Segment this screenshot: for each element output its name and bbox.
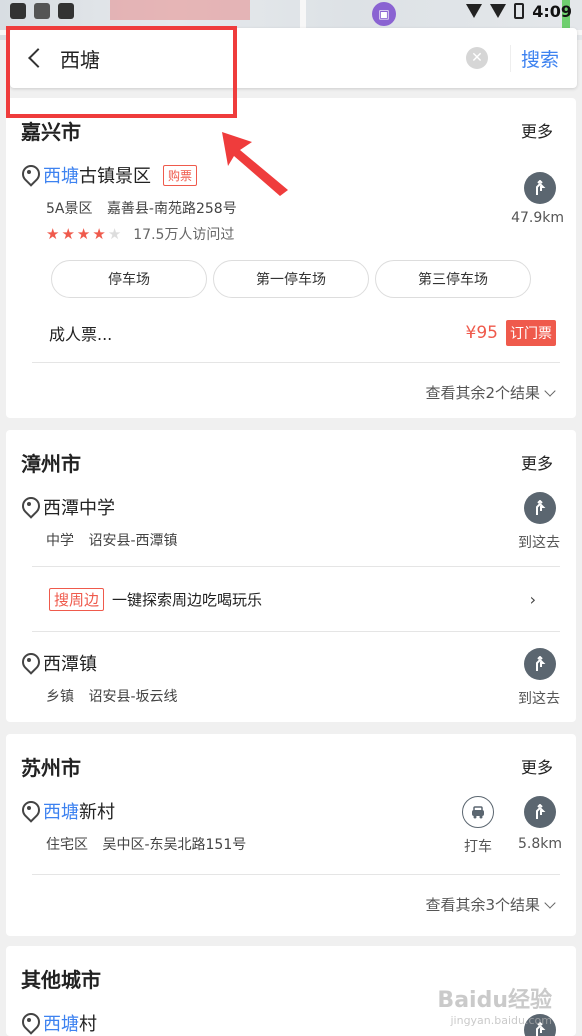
navigate-button[interactable] (524, 492, 556, 524)
city-title: 嘉兴市 (21, 119, 81, 144)
visit-count: 17.5万人访问过 (133, 227, 235, 243)
back-arrow-icon (28, 48, 48, 68)
chevron-down-icon (544, 385, 556, 397)
sub-poi-chips: 停车场 第一停车场 第三停车场 (6, 260, 576, 298)
poi-category: 中学 (46, 533, 74, 549)
see-more-results[interactable]: 查看其余2个结果 (6, 363, 576, 423)
go-here-label[interactable]: 到这去 (518, 688, 560, 708)
nearby-badge: 搜周边 (49, 587, 105, 611)
search-button[interactable]: 搜索 (509, 44, 577, 72)
star-icon: ★ (46, 225, 60, 243)
distance-label: 5.8km (517, 836, 562, 852)
back-button[interactable] (10, 28, 60, 88)
app-notification-icon (10, 3, 26, 19)
status-bar: 4:09 (0, 0, 582, 22)
chevron-down-icon (544, 897, 556, 909)
ticket-price: ¥95 (465, 323, 498, 343)
poi-category: 5A景区 (46, 201, 93, 217)
route-arrow-icon (536, 1022, 546, 1036)
location-pin-icon (21, 801, 37, 821)
notification-icon (58, 3, 74, 19)
location-pin-icon (21, 653, 37, 673)
poi-category: 乡镇 (46, 689, 74, 705)
ticket-badge: 购票 (163, 164, 198, 186)
navigate-button[interactable] (524, 648, 556, 680)
car-icon (472, 806, 484, 819)
chip-parking-3[interactable]: 第三停车场 (375, 260, 531, 298)
location-pin-icon (21, 1013, 37, 1033)
location-pin-icon (21, 165, 37, 185)
poi-address: 诏安县-西潭镇 (88, 533, 178, 549)
route-arrow-icon (536, 804, 546, 819)
clear-icon[interactable]: ✕ (465, 47, 488, 69)
result-card-suzhou: 苏州市 更多 西塘新村 住宅区 吴中区-东吴北路151号 打车 5.8km 查看… (6, 734, 576, 936)
result-card-other-cities: 其他城市 西塘村 (6, 946, 576, 1036)
poi-name: 西塘村 (43, 1014, 97, 1035)
navigate-button[interactable] (524, 796, 556, 828)
poi-item[interactable]: 西潭镇 乡镇 诏安县-坂云线 到这去 (6, 632, 576, 712)
see-more-results[interactable]: 查看其余3个结果 (6, 875, 576, 935)
star-empty-icon: ★ (107, 225, 122, 243)
wifi-icon (466, 4, 483, 18)
star-icon: ★ (76, 225, 91, 243)
status-time: 4:09 (532, 1, 572, 21)
book-ticket-button[interactable]: 订门票 (506, 320, 556, 346)
keyboard-icon (34, 3, 50, 19)
result-card-zhangzhou: 漳州市 更多 西潭中学 中学 诏安县-西潭镇 到这去 搜周边 一键探索周边吃喝玩… (6, 430, 576, 722)
taxi-button[interactable] (462, 796, 494, 828)
navigate-button[interactable] (524, 172, 556, 204)
rating: ★ ★ ★ ★ ★ 17.5万人访问过 (21, 224, 561, 244)
poi-address: 诏安县-坂云线 (88, 689, 178, 705)
ticket-row[interactable]: 成人票... ¥95 订门票 (6, 318, 576, 348)
chevron-right-icon: › (529, 589, 536, 609)
city-title: 漳州市 (21, 451, 81, 476)
location-pin-icon (21, 497, 37, 517)
poi-category: 住宅区 (46, 837, 88, 853)
route-arrow-icon (536, 656, 546, 671)
poi-item[interactable]: 西潭中学 中学 诏安县-西潭镇 到这去 (6, 492, 576, 566)
chip-parking-1[interactable]: 第一停车场 (213, 260, 369, 298)
more-button[interactable]: 更多 (521, 754, 561, 778)
chip-parking[interactable]: 停车场 (51, 260, 207, 298)
search-bar: ✕ 搜索 (10, 28, 577, 88)
more-button[interactable]: 更多 (521, 450, 561, 474)
poi-name: 西塘新村 (43, 802, 115, 823)
poi-address: 嘉善县-南苑路258号 (106, 201, 237, 217)
poi-name: 西塘古镇景区 (43, 166, 151, 187)
poi-address: 吴中区-东吴北路151号 (102, 837, 247, 853)
poi-name: 西潭镇 (43, 654, 97, 675)
route-arrow-icon (536, 500, 546, 515)
nearby-text: 一键探索周边吃喝玩乐 (112, 590, 263, 609)
poi-item[interactable]: 西塘村 (6, 1010, 576, 1036)
poi-item[interactable]: 西塘古镇景区 购票 5A景区 嘉善县-南苑路258号 ★ ★ ★ ★ ★ 17.5万人访… (6, 162, 576, 243)
taxi-label: 打车 (464, 839, 492, 855)
star-icon: ★ (61, 225, 75, 243)
result-card-jiaxing: 嘉兴市 更多 西塘古镇景区 购票 5A景区 嘉善县-南苑路258号 ★ ★ ★ ★ ★ … (6, 98, 576, 418)
poi-name: 西潭中学 (43, 498, 115, 519)
battery-icon (514, 3, 525, 19)
go-here-label[interactable]: 到这去 (518, 532, 560, 552)
star-icon: ★ (92, 225, 106, 243)
signal-icon (490, 4, 507, 18)
poi-item[interactable]: 西塘新村 住宅区 吴中区-东吴北路151号 打车 5.8km (6, 796, 576, 874)
explore-nearby-row[interactable]: 搜周边 一键探索周边吃喝玩乐 › (6, 567, 576, 631)
distance-label: 47.9km (511, 210, 564, 226)
search-input[interactable] (60, 38, 466, 78)
city-title: 苏州市 (21, 755, 81, 780)
more-button[interactable]: 更多 (521, 118, 561, 142)
route-arrow-icon (536, 180, 546, 195)
city-title: 其他城市 (21, 967, 101, 992)
ticket-name: 成人票... (49, 325, 113, 344)
